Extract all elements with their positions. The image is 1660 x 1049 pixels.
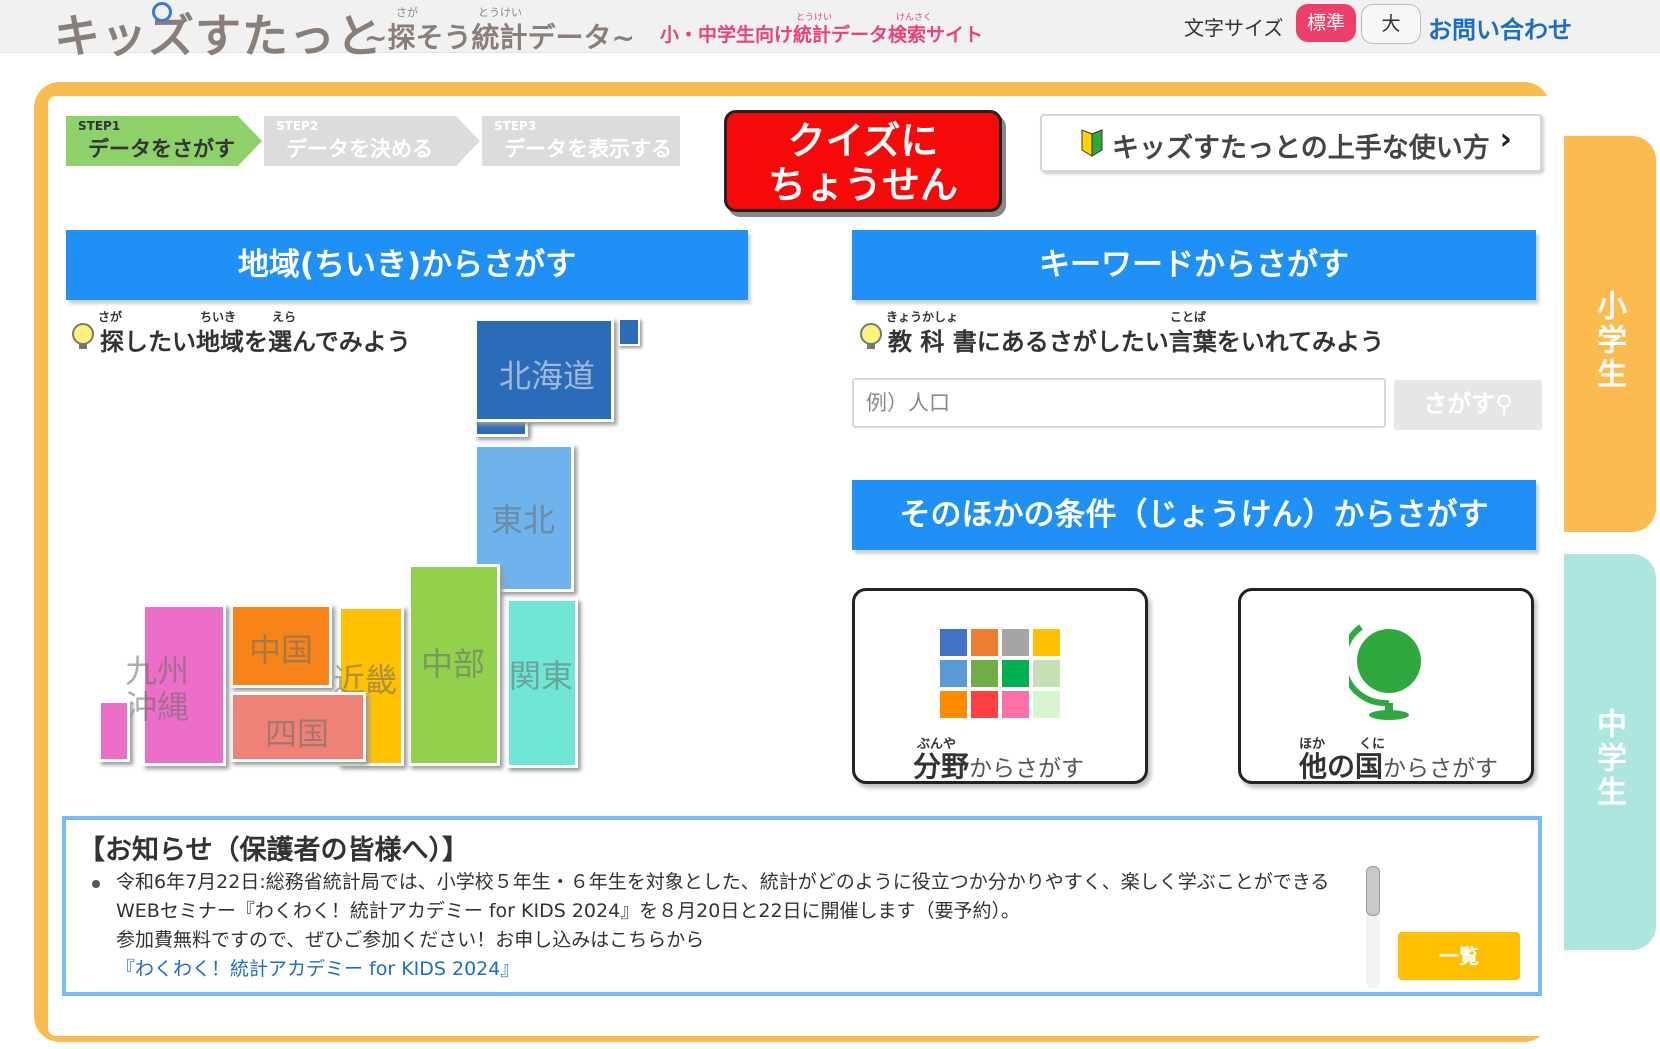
keyword-search-input[interactable]: [852, 378, 1386, 428]
map-region-kyushu[interactable]: 九州 沖縄: [125, 604, 226, 766]
lightbulb-icon: [860, 323, 882, 349]
quiz-button[interactable]: クイズに ちょうせん: [724, 110, 1002, 212]
map-hokkaido-label: 北海道: [499, 357, 596, 395]
step-3-label: データを表示する: [504, 137, 672, 161]
map-hokkaido-island[interactable]: [618, 318, 640, 346]
search-by-country-button[interactable]: ほか くに 他の国からさがす: [1238, 588, 1534, 784]
country-label-main: 他の国: [1299, 750, 1384, 783]
map-region-chugoku[interactable]: 中国: [230, 604, 332, 688]
map-region-hokkaido[interactable]: 北海道: [474, 318, 614, 422]
search-icon: ⚲: [1495, 390, 1513, 418]
search-button-label: さがす: [1423, 390, 1496, 418]
map-tohoku-label: 東北: [491, 501, 556, 539]
logo-magnifier-icon: [152, 2, 172, 22]
notice-title: 【お知らせ（保護者の皆様へ）】: [78, 835, 469, 866]
logo-subtitle: ~探そう統計データ~: [364, 21, 635, 54]
howto-button[interactable]: キッズすたっとの上手な使い方 ›: [1040, 114, 1542, 172]
tab-elementary-label: 小学生: [1591, 290, 1626, 392]
step-1-number: STEP1: [78, 119, 121, 133]
country-label-rest: からさがす: [1383, 756, 1499, 782]
chevron-right-icon: ›: [1499, 122, 1512, 157]
step-2-number: STEP2: [276, 119, 319, 133]
map-region-shikoku[interactable]: 四国: [230, 692, 366, 762]
other-conditions-header: そのほかの条件（じょうけん）からさがす: [852, 480, 1536, 550]
site-logo[interactable]: キッズすたっと: [54, 0, 383, 66]
notice-bullet: [92, 880, 100, 888]
map-chubu-label: 中部: [421, 645, 486, 683]
map-region-kanto[interactable]: 関東: [506, 598, 578, 768]
region-hint: 探したい地域を選んでみよう: [100, 328, 411, 356]
step-3-number: STEP3: [494, 119, 537, 133]
map-kanto-label: 関東: [509, 657, 574, 695]
map-region-okinawa[interactable]: [98, 700, 130, 762]
notice-line-2: 参加費無料ですので、ぜひご参加ください！お申し込みはこちらから: [116, 929, 705, 951]
font-size-large-button[interactable]: 大: [1361, 4, 1421, 44]
map-region-chubu[interactable]: 中部: [408, 564, 500, 766]
country-label: 他の国からさがす: [1299, 745, 1498, 785]
step-2-label: データを決める: [286, 137, 433, 161]
step-1: STEP1 データをさがす: [66, 116, 262, 166]
lightbulb-icon: [72, 323, 94, 349]
field-label-main: 分野: [913, 750, 970, 783]
keyword-search-header: キーワードからさがす: [852, 230, 1536, 300]
region-search-header: 地域(ちいき)からさがす: [66, 230, 748, 300]
notice-list-button[interactable]: 一覧: [1398, 932, 1520, 980]
logo-tagline: 小・中学生向け統計データ検索サイト: [660, 24, 984, 46]
notice-line-1: 令和6年7月22日:総務省統計局では、小学校５年生・６年生を対象とした、統計がど…: [116, 871, 1330, 922]
map-chugoku-label: 中国: [249, 631, 314, 669]
step-1-label: データをさがす: [88, 137, 235, 161]
notice-link[interactable]: 『わくわく！統計アカデミー for KIDS 2024』: [116, 955, 1360, 984]
quiz-button-label: クイズに ちょうせん: [767, 119, 958, 207]
map-kyushu-label: 九州 沖縄: [125, 652, 190, 726]
step-3: STEP3 データを表示する: [482, 116, 680, 166]
howto-button-label: キッズすたっとの上手な使い方: [1112, 133, 1490, 164]
notice-item: 令和6年7月22日:総務省統計局では、小学校５年生・６年生を対象とした、統計がど…: [116, 868, 1360, 984]
tab-junior-label: 中学生: [1591, 708, 1626, 810]
keyword-hint: 教 科 書にあるさがしたい言葉をいれてみよう: [888, 328, 1384, 356]
map-shikoku-label: 四国: [265, 715, 330, 753]
font-size-normal-button[interactable]: 標準: [1296, 4, 1356, 42]
beginner-mark-icon: [1081, 129, 1103, 157]
globe-icon: [1349, 624, 1421, 720]
field-label-rest: からさがす: [969, 756, 1085, 782]
search-by-field-button[interactable]: ぶんや 分野からさがす: [852, 588, 1148, 784]
notice-scrollbar-thumb[interactable]: [1366, 866, 1380, 916]
step-2: STEP2 データを決める: [264, 116, 480, 166]
contact-link[interactable]: お問い合わせ: [1428, 10, 1572, 45]
keyword-search-button[interactable]: さがす⚲: [1394, 380, 1542, 430]
field-label: 分野からさがす: [913, 745, 1084, 785]
font-size-label: 文字サイズ: [1184, 16, 1284, 40]
